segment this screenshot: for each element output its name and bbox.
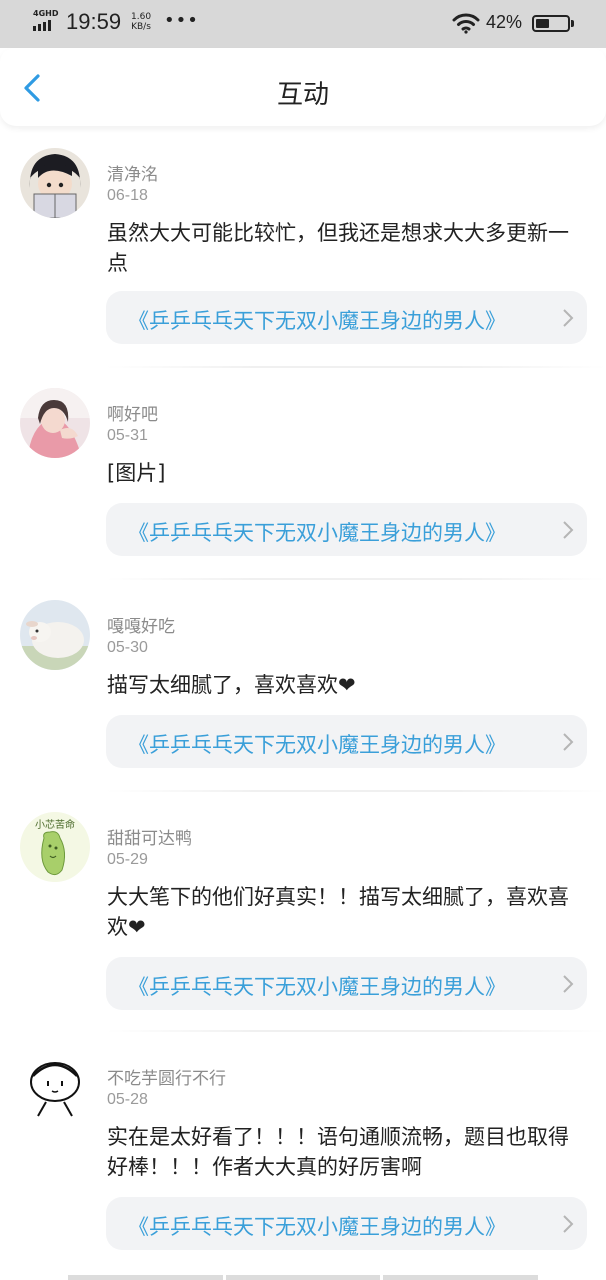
avatar[interactable]: [20, 148, 90, 218]
status-bar: 4GHD 19:59 1.60 KB/s ••• 42%: [0, 0, 606, 48]
network-speed-unit: KB/s: [131, 22, 151, 32]
avatar[interactable]: [20, 388, 90, 458]
divider: [106, 790, 606, 792]
chevron-right-icon: [563, 521, 574, 539]
avatar-text: 小芯苦命: [35, 818, 75, 831]
comment-date: 05-30: [107, 639, 148, 656]
network-speed: 1.60 KB/s: [131, 12, 151, 32]
book-title: 《乒乒乓乓天下无双小魔王身边的男人》: [128, 975, 506, 999]
comment-username[interactable]: 不吃芋圆行不行: [107, 1064, 226, 1089]
comment-date: 05-28: [107, 1091, 148, 1108]
book-link[interactable]: 《乒乒乓乓天下无双小魔王身边的男人》: [106, 503, 587, 556]
comment-date: 06-18: [107, 187, 148, 204]
book-title: 《乒乒乓乓天下无双小魔王身边的男人》: [128, 309, 506, 333]
network-type: 4GHD: [33, 9, 59, 18]
book-title: 《乒乒乓乓天下无双小魔王身边的男人》: [128, 733, 506, 757]
page-title: 互动: [276, 80, 329, 110]
comment-content: 大大笔下的他们好真实！！描写太细腻了，喜欢喜欢❤: [107, 885, 569, 939]
comment-date: 05-29: [107, 851, 148, 868]
more-notifications-icon: •••: [164, 10, 199, 31]
chevron-right-icon: [563, 733, 574, 751]
status-time: 19:59: [66, 9, 122, 34]
chevron-right-icon: [563, 975, 574, 993]
battery-percent: 42%: [486, 12, 523, 32]
next-item-edge: [68, 1275, 539, 1280]
comment-username[interactable]: 清净洺: [107, 160, 158, 185]
book-title: 《乒乒乓乓天下无双小魔王身边的男人》: [128, 1215, 506, 1239]
comment-username[interactable]: 嘎嘎好吃: [107, 612, 175, 637]
avatar[interactable]: [20, 1052, 90, 1122]
avatar[interactable]: [20, 600, 90, 670]
comment-content: 虽然大大可能比较忙，但我还是想求大大多更新一点: [107, 221, 569, 275]
comment-content: 实在是太好看了！！！语句通顺流畅，题目也取得好棒！！！作者大大真的好厉害啊: [107, 1125, 569, 1179]
comment-content: 描写太细腻了，喜欢喜欢❤: [107, 673, 356, 697]
book-link[interactable]: 《乒乒乓乓天下无双小魔王身边的男人》: [106, 291, 587, 344]
signal-icon: 4GHD: [32, 9, 62, 32]
book-link[interactable]: 《乒乒乓乓天下无双小魔王身边的男人》: [106, 1197, 587, 1250]
app-header: 互动: [0, 48, 606, 126]
network-speed-value: 1.60: [131, 12, 152, 22]
divider: [106, 1030, 606, 1032]
comment-username[interactable]: 甜甜可达鸭: [107, 824, 192, 849]
battery-icon: [532, 15, 574, 32]
comment-date: 05-31: [107, 427, 148, 444]
comment-content: [图片]: [107, 461, 166, 485]
comment-username[interactable]: 啊好吧: [107, 400, 158, 425]
chevron-right-icon: [563, 309, 574, 327]
chevron-right-icon: [563, 1215, 574, 1233]
wifi-icon: [452, 13, 480, 34]
book-link[interactable]: 《乒乒乓乓天下无双小魔王身边的男人》: [106, 957, 587, 1010]
avatar[interactable]: 小芯苦命: [20, 812, 90, 882]
divider: [106, 578, 606, 580]
book-link[interactable]: 《乒乒乓乓天下无双小魔王身边的男人》: [106, 715, 587, 768]
divider: [106, 366, 606, 368]
battery-fill: [536, 19, 549, 28]
book-title: 《乒乒乓乓天下无双小魔王身边的男人》: [128, 521, 506, 545]
